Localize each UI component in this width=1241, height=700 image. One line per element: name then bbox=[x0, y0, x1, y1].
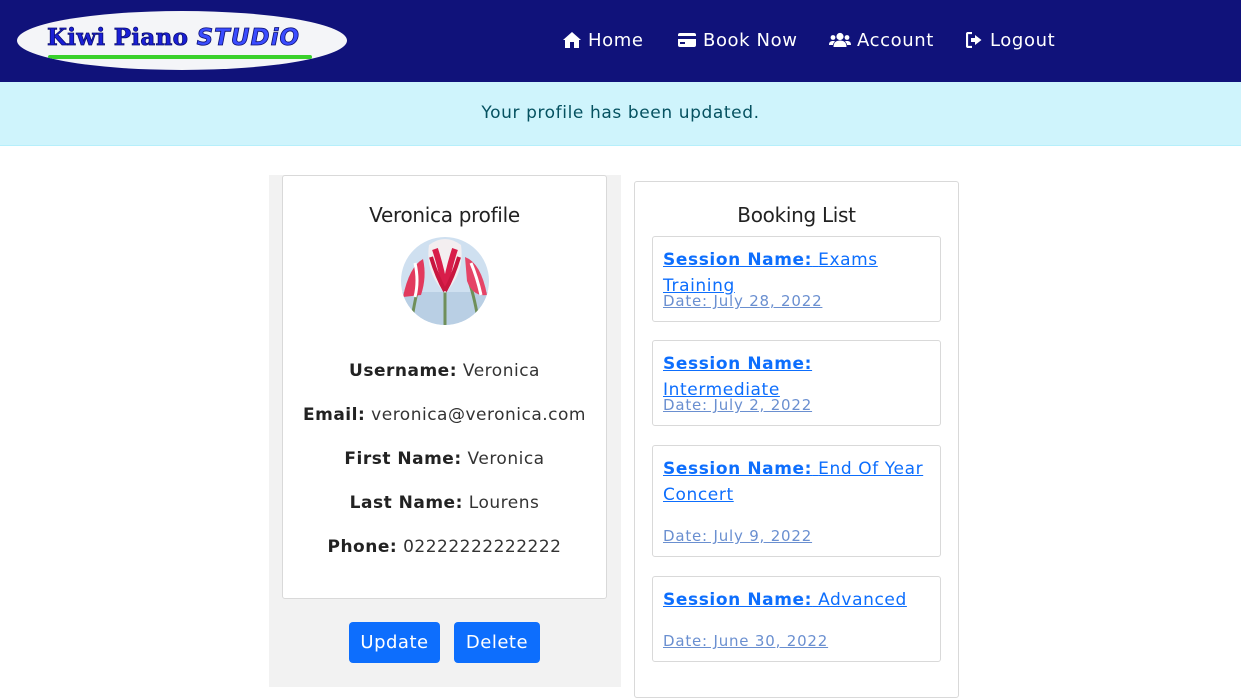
phone-label: Phone: bbox=[327, 537, 398, 557]
username-value: Veronica bbox=[462, 361, 540, 381]
sign-out-icon bbox=[966, 32, 982, 48]
session-link[interactable]: Session Name: Advanced bbox=[663, 587, 931, 613]
last-name-label: Last Name: bbox=[349, 493, 463, 513]
booking-date[interactable]: Date: July 9, 2022 bbox=[663, 527, 812, 545]
logo-text-main: Kiwi Piano bbox=[47, 24, 189, 52]
logo-text: Kiwi Piano STUDiO bbox=[47, 24, 301, 52]
avatar-tulips-image bbox=[401, 237, 489, 325]
credit-card-icon bbox=[678, 33, 696, 47]
nav-home-label: Home bbox=[588, 29, 644, 51]
home-icon bbox=[563, 32, 581, 48]
phone-field: Phone: 02222222222222 bbox=[283, 537, 606, 557]
booking-date[interactable]: Date: July 28, 2022 bbox=[663, 292, 822, 310]
logo-underline bbox=[48, 55, 312, 59]
profile-section: Veronica profile Username: Veronica Emai… bbox=[269, 175, 621, 687]
email-field: Email: veronica@veronica.com bbox=[283, 405, 606, 425]
booking-date[interactable]: Date: July 2, 2022 bbox=[663, 396, 812, 414]
booking-item[interactable]: Session Name: Advanced Date: June 30, 20… bbox=[652, 576, 941, 662]
booking-item[interactable]: Session Name: Exams Training Date: July … bbox=[652, 236, 941, 322]
nav-account-label: Account bbox=[857, 29, 934, 51]
nav-book-now-link[interactable]: Book Now bbox=[677, 27, 798, 53]
booking-date[interactable]: Date: June 30, 2022 bbox=[663, 632, 828, 650]
avatar bbox=[401, 237, 489, 325]
last-name-value: Lourens bbox=[468, 493, 540, 513]
logo[interactable]: Kiwi Piano STUDiO bbox=[17, 11, 347, 70]
session-label: Session Name: bbox=[663, 459, 813, 479]
users-icon bbox=[829, 32, 851, 47]
booking-list-panel: Booking List Session Name: Exams Trainin… bbox=[634, 181, 959, 698]
email-label: Email: bbox=[303, 405, 366, 425]
booking-item[interactable]: Session Name: Intermediate Date: July 2,… bbox=[652, 340, 941, 426]
profile-updated-alert: Your profile has been updated. bbox=[0, 82, 1241, 146]
delete-button[interactable]: Delete bbox=[454, 622, 540, 663]
profile-card: Veronica profile Username: Veronica Emai… bbox=[282, 175, 607, 599]
phone-value: 02222222222222 bbox=[403, 537, 562, 557]
nav-book-now-label: Book Now bbox=[703, 29, 798, 51]
username-label: Username: bbox=[349, 361, 457, 381]
booking-list-title: Booking List bbox=[737, 203, 856, 227]
booking-item[interactable]: Session Name: End Of Year Concert Date: … bbox=[652, 445, 941, 557]
first-name-value: Veronica bbox=[467, 449, 545, 469]
nav-logout-link[interactable]: Logout bbox=[966, 27, 1055, 53]
alert-message: Your profile has been updated. bbox=[481, 103, 760, 123]
nav-account-link[interactable]: Account bbox=[829, 27, 934, 53]
update-button[interactable]: Update bbox=[349, 622, 440, 663]
session-label: Session Name: bbox=[663, 590, 813, 610]
last-name-field: Last Name: Lourens bbox=[283, 493, 606, 513]
nav-logout-label: Logout bbox=[990, 29, 1056, 51]
navbar: Kiwi Piano STUDiO Home Book Now Account bbox=[0, 0, 1241, 82]
session-name: Advanced bbox=[818, 590, 907, 610]
email-value: veronica@veronica.com bbox=[371, 405, 586, 425]
session-label: Session Name: bbox=[663, 250, 813, 270]
username-field: Username: Veronica bbox=[283, 361, 606, 381]
first-name-label: First Name: bbox=[344, 449, 462, 469]
logo-text-studio: STUDiO bbox=[196, 25, 301, 52]
first-name-field: First Name: Veronica bbox=[283, 449, 606, 469]
session-link[interactable]: Session Name: End Of Year Concert bbox=[663, 456, 931, 508]
session-label: Session Name: bbox=[663, 354, 813, 374]
profile-title: Veronica profile bbox=[369, 203, 520, 227]
nav-home-link[interactable]: Home bbox=[562, 27, 644, 53]
